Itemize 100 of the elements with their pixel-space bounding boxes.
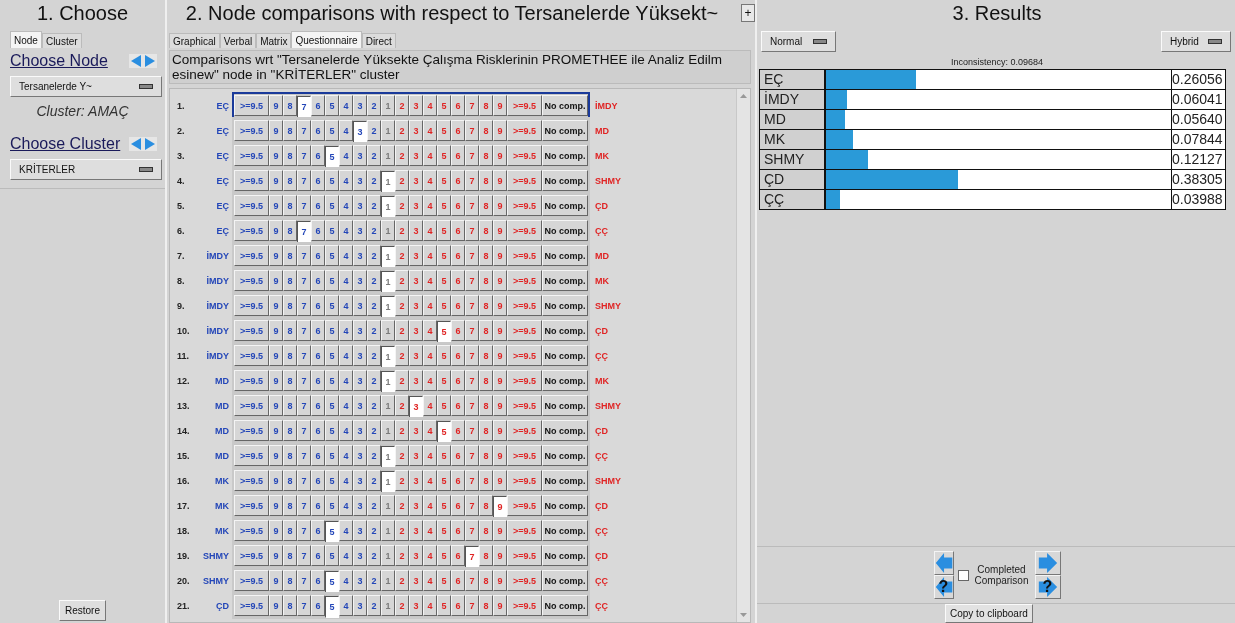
- scale-option[interactable]: 8: [283, 195, 297, 216]
- scale-option[interactable]: 7: [465, 345, 479, 366]
- scale-option[interactable]: 3: [409, 420, 423, 441]
- scale-option[interactable]: 2: [395, 395, 409, 416]
- scale-option[interactable]: 7: [297, 495, 311, 516]
- expand-button[interactable]: +: [741, 4, 755, 22]
- scale-option[interactable]: 8: [283, 495, 297, 516]
- scale-option[interactable]: 5: [437, 95, 451, 116]
- scale-option[interactable]: No comp.: [542, 470, 588, 491]
- scale-option[interactable]: >=9.5: [507, 95, 542, 116]
- scale-option[interactable]: 1: [381, 220, 395, 241]
- scale-option[interactable]: 3: [409, 595, 423, 616]
- restore-button[interactable]: Restore: [59, 600, 106, 621]
- scale-option[interactable]: 7: [297, 120, 311, 141]
- scale-option[interactable]: 3: [409, 470, 423, 491]
- scale-option[interactable]: 5: [437, 520, 451, 541]
- scale-option[interactable]: 8: [283, 120, 297, 141]
- scale-option[interactable]: 3: [409, 145, 423, 166]
- scale-option[interactable]: 6: [451, 470, 465, 491]
- tab[interactable]: Graphical: [169, 33, 220, 48]
- scale-option[interactable]: 5: [437, 595, 451, 616]
- scale-option[interactable]: 4: [339, 595, 353, 616]
- scale-option[interactable]: 8: [283, 595, 297, 616]
- node-dropdown[interactable]: Tersanelerde Y~: [10, 76, 162, 97]
- scale-option[interactable]: 2: [395, 570, 409, 591]
- scale-option[interactable]: No comp.: [542, 395, 588, 416]
- scale-option[interactable]: 2: [367, 470, 381, 491]
- scale-option[interactable]: 4: [339, 570, 353, 591]
- scale-option[interactable]: No comp.: [542, 320, 588, 341]
- scale-option[interactable]: 8: [479, 195, 493, 216]
- scale-option[interactable]: 5: [325, 345, 339, 366]
- scale-option[interactable]: 9: [493, 145, 507, 166]
- scale-option[interactable]: 9: [493, 470, 507, 491]
- scale-option[interactable]: 8: [479, 445, 493, 466]
- scale-option[interactable]: 3: [409, 570, 423, 591]
- scale-option[interactable]: 8: [479, 495, 493, 516]
- scale-option[interactable]: 4: [423, 495, 437, 516]
- nav-button[interactable]: ?: [933, 575, 954, 599]
- scale-option[interactable]: 8: [479, 245, 493, 266]
- scale-option[interactable]: 2: [367, 270, 381, 291]
- scale-option[interactable]: 4: [339, 295, 353, 316]
- nav-button[interactable]: [1034, 551, 1061, 575]
- scale-option[interactable]: 5: [325, 95, 339, 116]
- scale-option[interactable]: 9: [269, 470, 283, 491]
- scale-option[interactable]: 5: [437, 120, 451, 141]
- scale-option[interactable]: 9: [269, 570, 283, 591]
- scale-option[interactable]: 8: [283, 470, 297, 491]
- scale-option[interactable]: 4: [423, 270, 437, 291]
- scale-option[interactable]: 8: [479, 95, 493, 116]
- scale-option[interactable]: 9: [269, 195, 283, 216]
- scale-option[interactable]: 8: [283, 570, 297, 591]
- scale-option[interactable]: 9: [269, 395, 283, 416]
- scale-option[interactable]: 7: [297, 221, 311, 243]
- scale-option[interactable]: 3: [353, 495, 367, 516]
- scale-option[interactable]: 9: [493, 345, 507, 366]
- scale-option[interactable]: No comp.: [542, 370, 588, 391]
- scale-option[interactable]: 7: [297, 570, 311, 591]
- scale-option[interactable]: 4: [423, 545, 437, 566]
- scale-option[interactable]: 6: [451, 245, 465, 266]
- scale-option[interactable]: 3: [353, 245, 367, 266]
- scale-option[interactable]: 4: [423, 195, 437, 216]
- scale-option[interactable]: 9: [269, 95, 283, 116]
- scale-option[interactable]: 8: [283, 170, 297, 191]
- scale-option[interactable]: 4: [423, 570, 437, 591]
- scale-option[interactable]: 5: [437, 145, 451, 166]
- scale-option[interactable]: 1: [381, 95, 395, 116]
- tab[interactable]: Questionnaire: [291, 31, 362, 48]
- scale-option[interactable]: 6: [451, 545, 465, 566]
- scale-option[interactable]: 8: [479, 270, 493, 291]
- scale-option[interactable]: >=9.5: [507, 495, 542, 516]
- scale-option[interactable]: >=9.5: [507, 370, 542, 391]
- scale-option[interactable]: 4: [339, 395, 353, 416]
- scale-option[interactable]: 4: [339, 195, 353, 216]
- scale-option[interactable]: >=9.5: [234, 270, 269, 291]
- scale-option[interactable]: 6: [311, 270, 325, 291]
- scale-option[interactable]: 5: [325, 420, 339, 441]
- scale-option[interactable]: 8: [283, 145, 297, 166]
- scale-option[interactable]: No comp.: [542, 445, 588, 466]
- scale-option[interactable]: 3: [409, 120, 423, 141]
- scale-option[interactable]: No comp.: [542, 570, 588, 591]
- scale-option[interactable]: 7: [297, 96, 311, 118]
- scale-option[interactable]: 8: [283, 370, 297, 391]
- scale-option[interactable]: 6: [451, 420, 465, 441]
- scale-option[interactable]: 4: [339, 220, 353, 241]
- scale-option[interactable]: >=9.5: [507, 145, 542, 166]
- scale-option[interactable]: 9: [269, 120, 283, 141]
- scrollbar[interactable]: [736, 89, 750, 622]
- scale-option[interactable]: 5: [437, 195, 451, 216]
- scale-option[interactable]: 6: [311, 120, 325, 141]
- scale-option[interactable]: 4: [423, 120, 437, 141]
- scale-option[interactable]: 5: [325, 445, 339, 466]
- scale-option[interactable]: 9: [493, 395, 507, 416]
- scale-option[interactable]: 3: [409, 345, 423, 366]
- scale-option[interactable]: 4: [339, 270, 353, 291]
- scale-option[interactable]: 5: [437, 245, 451, 266]
- scale-option[interactable]: 6: [311, 195, 325, 216]
- scale-option[interactable]: >=9.5: [234, 495, 269, 516]
- scale-option[interactable]: >=9.5: [507, 520, 542, 541]
- scale-option[interactable]: 6: [311, 295, 325, 316]
- scale-option[interactable]: >=9.5: [507, 395, 542, 416]
